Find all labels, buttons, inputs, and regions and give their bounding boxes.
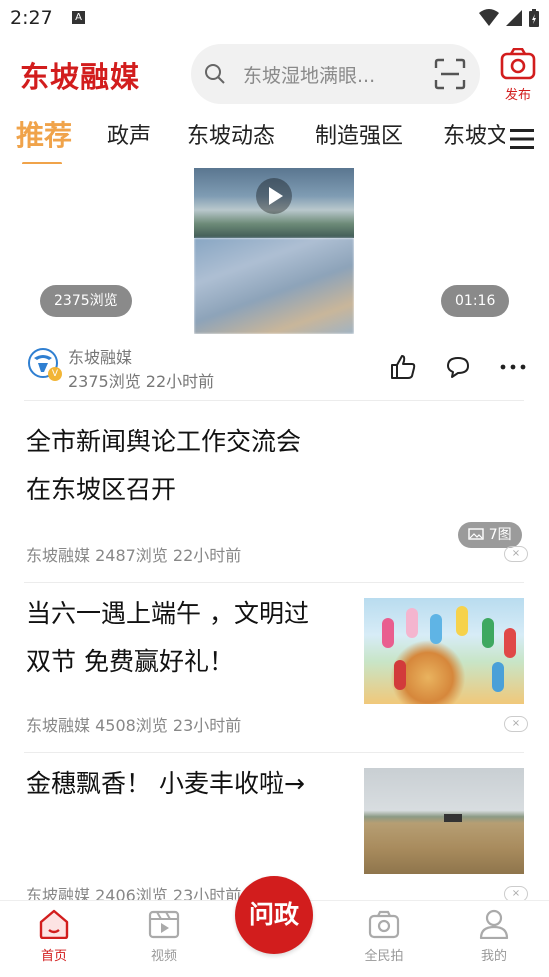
dismiss-button[interactable]: ×	[504, 716, 528, 732]
tab-active-indicator	[22, 162, 62, 164]
nav-mine-label: 我的	[480, 949, 507, 964]
article-thumbnail[interactable]	[364, 768, 524, 874]
battery-icon	[529, 9, 539, 27]
like-icon[interactable]	[390, 354, 416, 380]
video-views-badge: 2375浏览	[40, 285, 132, 317]
image-count-badge: 7图	[458, 522, 522, 548]
nav-citizen-photo[interactable]: 全民拍	[354, 909, 414, 964]
status-time: 2:27	[10, 7, 53, 29]
search-bar[interactable]: 东坡湿地满眼...	[191, 44, 480, 104]
wifi-icon	[479, 9, 499, 26]
comment-icon[interactable]	[446, 355, 470, 379]
notification-icon: A	[72, 11, 85, 24]
list-item[interactable]: 全市新闻舆论工作交流会 在东坡区召开 7图 东坡融媒 2487浏览 22小时前 …	[0, 418, 549, 578]
scan-icon[interactable]	[434, 58, 466, 90]
camera-icon	[368, 910, 400, 939]
signal-icon	[506, 10, 522, 26]
ask-government-button[interactable]: 问政	[235, 876, 313, 954]
system-icons	[479, 9, 539, 27]
nav-video[interactable]: 视频	[134, 909, 194, 964]
divider	[24, 582, 524, 583]
status-bar: 2:27 A	[0, 0, 549, 36]
divider	[24, 400, 524, 401]
tab-dongpo-news[interactable]: 东坡动态	[187, 118, 275, 150]
home-icon	[39, 909, 69, 940]
article-thumbnail[interactable]	[364, 598, 524, 704]
category-tabs: 推荐 政声 东坡动态 制造强区 东坡文	[0, 118, 549, 164]
video-duration-badge: 01:16	[441, 285, 510, 317]
more-icon[interactable]	[500, 363, 526, 371]
article-title-line1[interactable]: 全市新闻舆论工作交流会	[26, 418, 301, 466]
image-count: 7图	[488, 527, 512, 543]
search-placeholder[interactable]: 东坡湿地满眼...	[243, 61, 375, 88]
search-icon	[205, 64, 225, 84]
article-meta: 东坡融媒 2487浏览 22小时前	[26, 546, 242, 565]
video-icon	[148, 910, 180, 939]
author-avatar[interactable]: V	[28, 348, 62, 381]
image-icon	[468, 528, 485, 540]
article-title-line2[interactable]: 在东坡区召开	[26, 466, 176, 514]
publish-label: 发布	[504, 88, 531, 103]
tab-recommend[interactable]: 推荐	[16, 118, 72, 154]
nav-citizen-label: 全民拍	[364, 949, 404, 964]
video-author-row: V 东坡融媒 2375浏览 22小时前	[26, 340, 526, 391]
article-title-line2[interactable]: 双节 免费赢好礼！	[26, 638, 234, 686]
tab-dongpo-culture[interactable]: 东坡文	[443, 118, 505, 150]
app-logo: 东坡融媒	[20, 60, 141, 94]
nav-home-label: 首页	[40, 949, 67, 964]
verified-badge: V	[48, 367, 62, 381]
camera-icon	[500, 47, 536, 80]
publish-button[interactable]: 发布	[498, 47, 538, 103]
video-meta: 2375浏览 22小时前	[68, 372, 215, 391]
author-name[interactable]: 东坡融媒	[68, 344, 132, 368]
nav-home[interactable]: 首页	[24, 909, 84, 964]
divider	[24, 752, 524, 753]
tab-manufacturing[interactable]: 制造强区	[315, 118, 403, 150]
nav-video-label: 视频	[150, 949, 177, 964]
app-header: 东坡融媒 东坡湿地满眼... 发布	[0, 40, 549, 110]
user-icon	[479, 909, 509, 940]
video-card[interactable]: 2375浏览 01:16 V 东坡融媒 2375浏览 22小时前	[0, 166, 549, 398]
nav-mine[interactable]: 我的	[464, 909, 524, 964]
video-thumbnail[interactable]	[194, 168, 354, 334]
article-meta: 东坡融媒 4508浏览 23小时前	[26, 716, 242, 735]
article-title-line1[interactable]: 金穗飘香！ 小麦丰收啦→	[26, 760, 305, 808]
article-title-line1[interactable]: 当六一遇上端午 ，文明过	[26, 590, 309, 638]
list-item[interactable]: 当六一遇上端午 ，文明过 双节 免费赢好礼！ 东坡融媒 4508浏览 23小时前…	[0, 588, 549, 748]
dismiss-button[interactable]: ×	[504, 546, 528, 562]
play-icon[interactable]	[256, 178, 292, 214]
menu-icon[interactable]	[510, 128, 534, 150]
tab-politics[interactable]: 政声	[107, 118, 151, 150]
